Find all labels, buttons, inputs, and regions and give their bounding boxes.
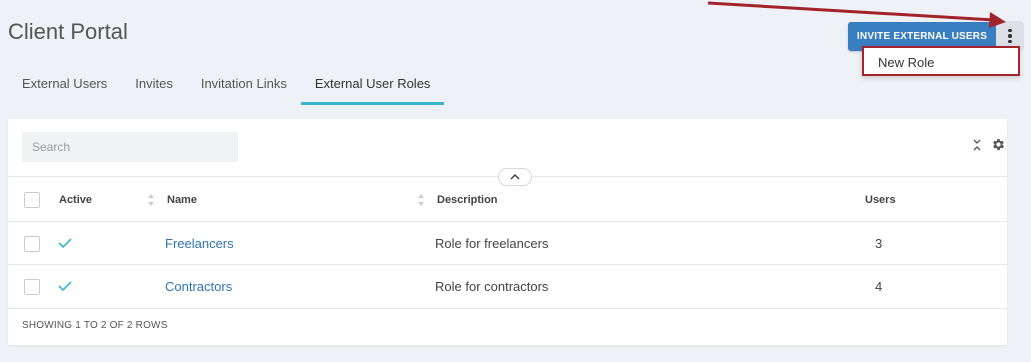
role-name-link[interactable]: Freelancers xyxy=(165,236,234,251)
check-icon xyxy=(58,238,72,248)
menu-item-new-role[interactable]: New Role xyxy=(878,55,934,70)
tab-bar: External Users Invites Invitation Links … xyxy=(8,69,445,105)
column-header-name[interactable]: Name xyxy=(167,194,197,206)
tab-external-user-roles[interactable]: External User Roles xyxy=(300,69,445,105)
role-description: Role for freelancers xyxy=(435,236,549,251)
divider xyxy=(8,264,1007,265)
tab-external-users[interactable]: External Users xyxy=(8,69,121,101)
gear-icon[interactable] xyxy=(991,137,1006,157)
tab-invitation-links[interactable]: Invitation Links xyxy=(187,69,301,101)
roles-table-card: Active Name Description Users Freelancer… xyxy=(8,119,1007,345)
divider xyxy=(8,308,1007,309)
toggle-toolbar-button[interactable] xyxy=(498,168,532,186)
tab-invites[interactable]: Invites xyxy=(121,69,187,101)
sort-icon[interactable] xyxy=(417,193,425,207)
column-header-active[interactable]: Active xyxy=(59,194,92,206)
role-name-link[interactable]: Contractors xyxy=(165,279,232,294)
collapse-icon[interactable] xyxy=(972,138,982,153)
row-checkbox[interactable] xyxy=(24,236,40,252)
pagination-summary: SHOWING 1 TO 2 OF 2 ROWS xyxy=(22,320,168,331)
page-title: Client Portal xyxy=(8,19,128,44)
column-header-description[interactable]: Description xyxy=(437,194,498,206)
more-options-dropdown: New Role xyxy=(862,46,1020,76)
search-input[interactable] xyxy=(22,132,238,162)
role-users-count: 4 xyxy=(875,279,883,294)
row-checkbox[interactable] xyxy=(24,279,40,295)
select-all-checkbox[interactable] xyxy=(24,192,40,208)
kebab-icon xyxy=(1008,28,1012,33)
check-icon xyxy=(58,281,72,291)
role-users-count: 3 xyxy=(875,236,883,251)
sort-icon[interactable] xyxy=(147,193,155,207)
divider xyxy=(8,221,1007,222)
role-description: Role for contractors xyxy=(435,279,549,294)
column-header-users[interactable]: Users xyxy=(865,194,896,206)
chevron-up-icon xyxy=(510,173,520,180)
